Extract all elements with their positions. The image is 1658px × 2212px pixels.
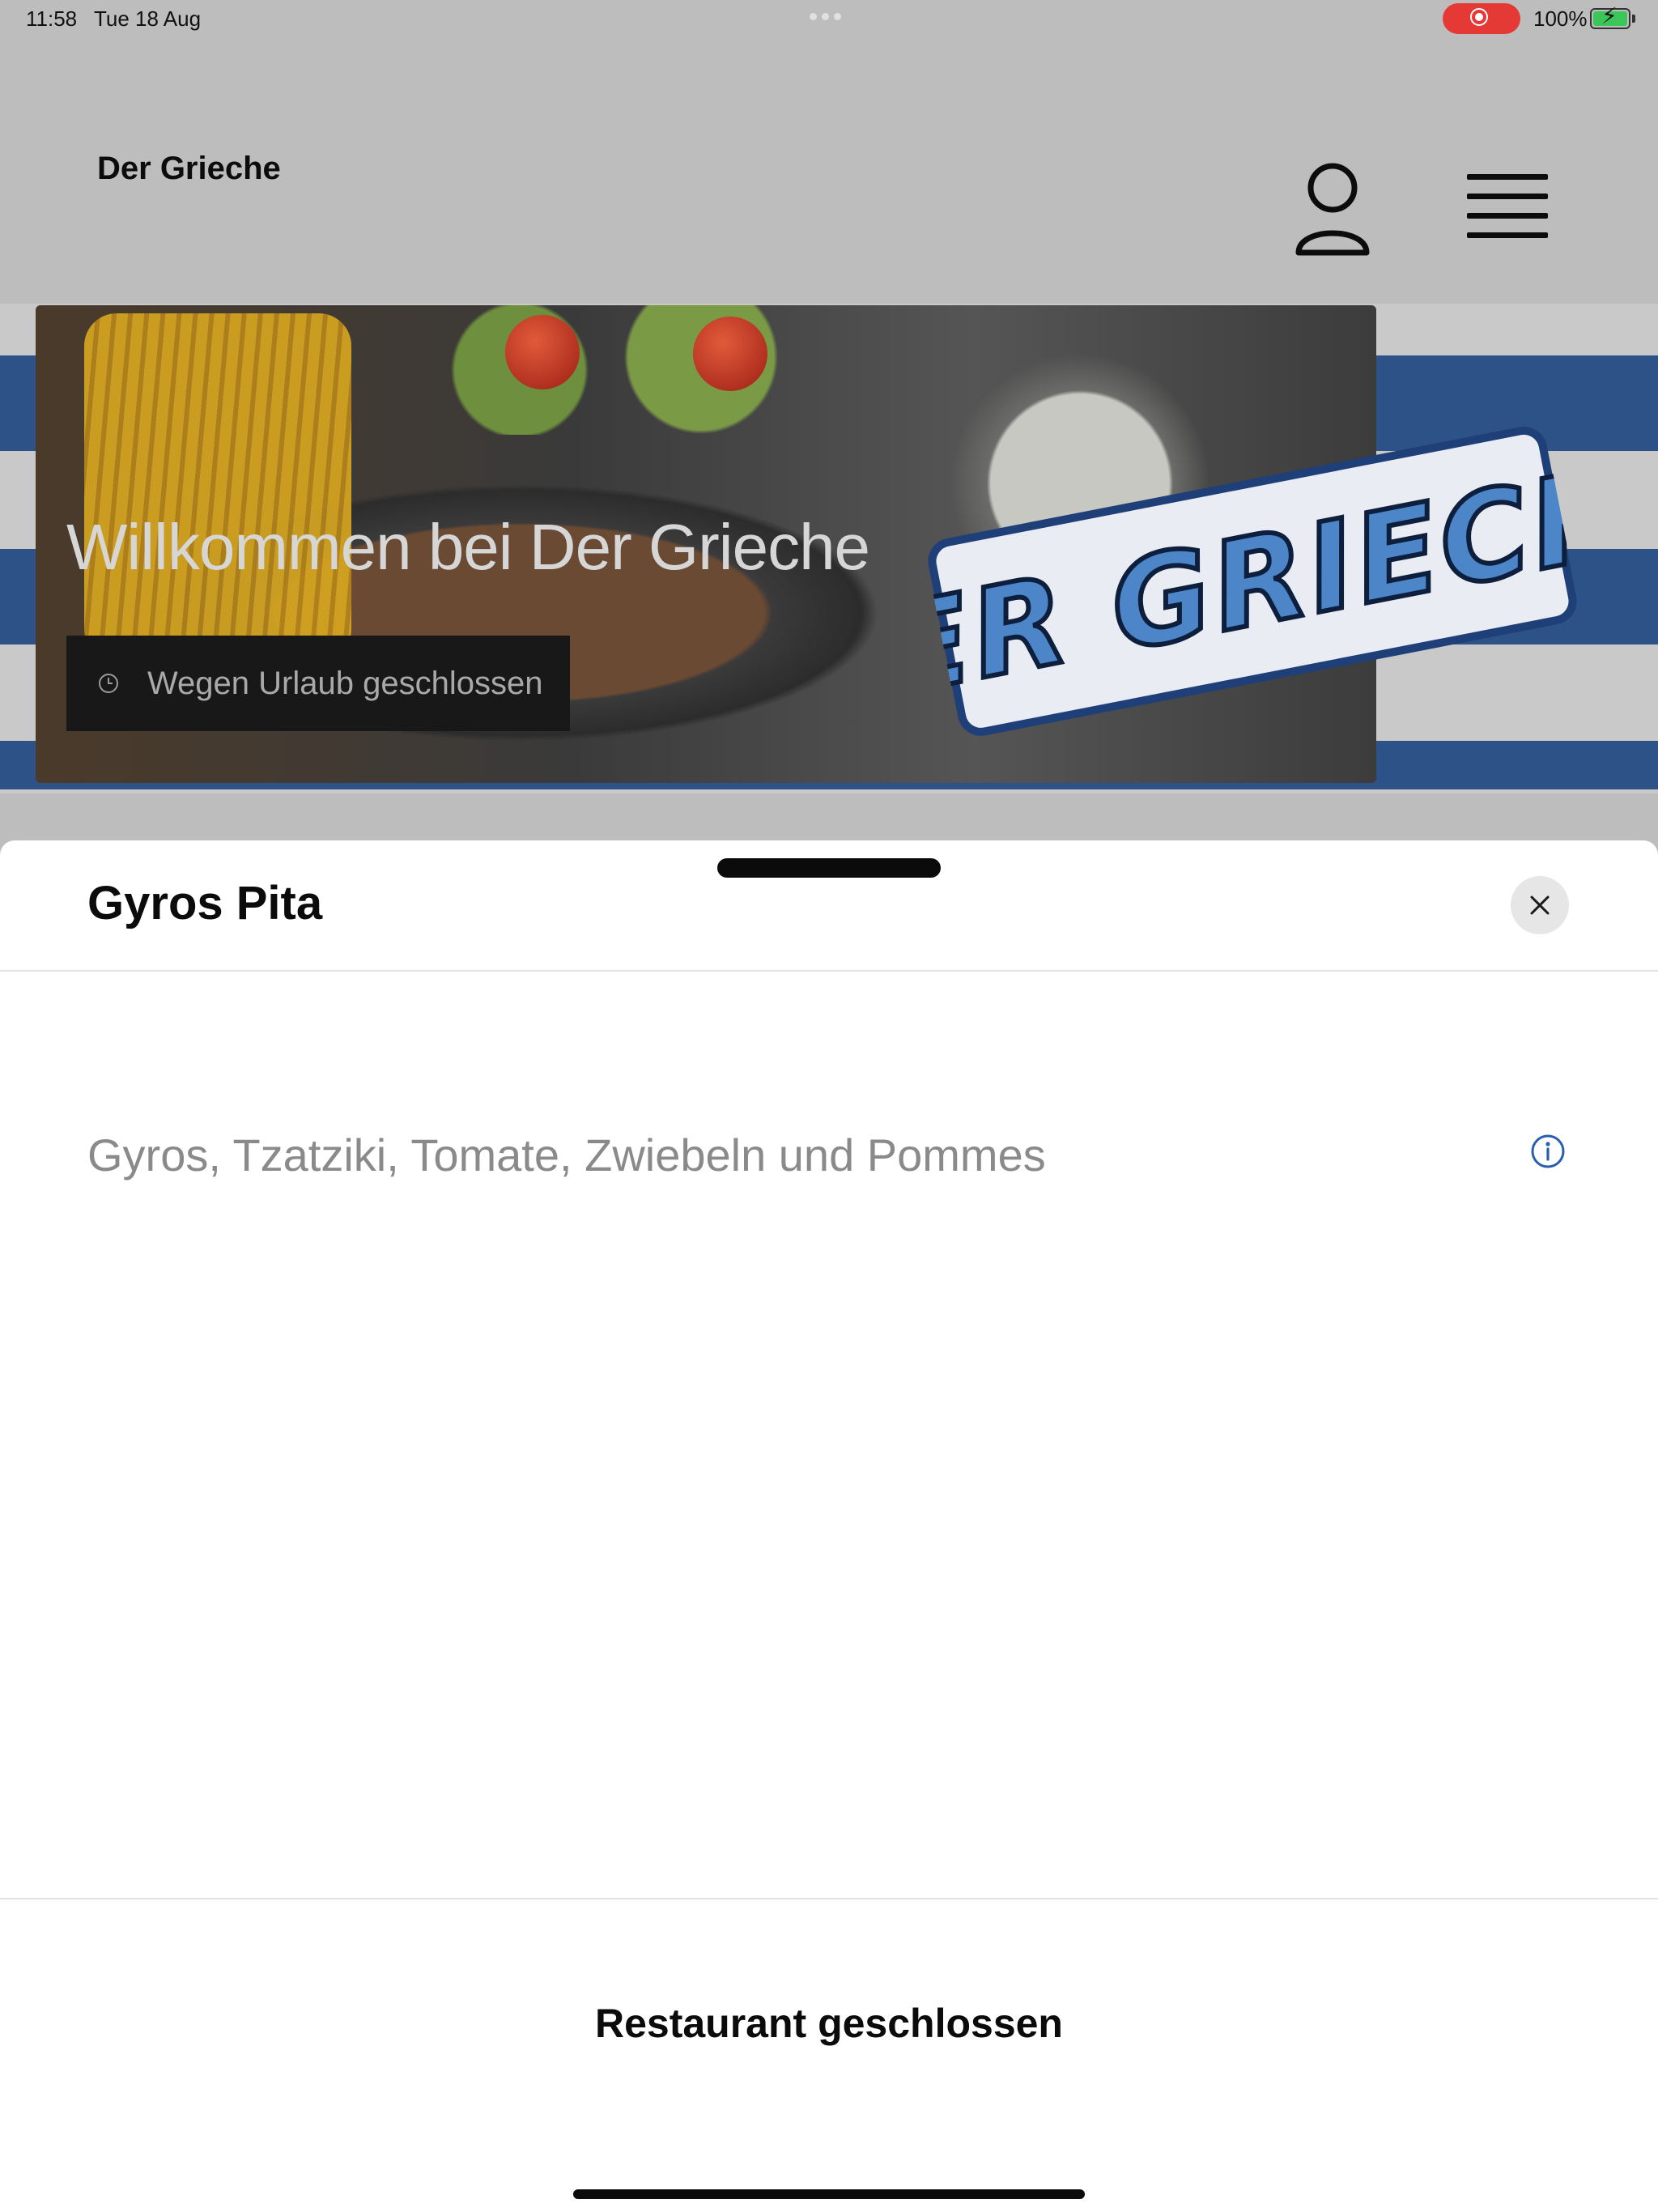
status-date: Tue 18 Aug bbox=[94, 6, 202, 31]
hero-banner: Willkommen bei Der Grieche Wegen Urlaub … bbox=[0, 304, 1658, 793]
brand-name[interactable]: Der Grieche bbox=[97, 151, 281, 187]
fries-image bbox=[84, 313, 351, 661]
status-bar: 11:58 Tue 18 Aug 100% ⚡ bbox=[0, 0, 1658, 40]
footer-divider bbox=[0, 1898, 1658, 1899]
close-icon bbox=[1530, 895, 1550, 915]
closed-notice-label: Wegen Urlaub geschlossen bbox=[147, 665, 543, 701]
hamburger-icon bbox=[1467, 174, 1548, 238]
clock-icon bbox=[99, 674, 118, 693]
restaurant-closed-label: Restaurant geschlossen bbox=[595, 2001, 1063, 2046]
info-button[interactable] bbox=[1530, 1134, 1566, 1169]
product-sheet: Gyros Pita Gyros, Tzatziki, Tomate, Zwie… bbox=[0, 840, 1658, 2212]
info-icon bbox=[1531, 1134, 1565, 1168]
person-icon bbox=[1295, 163, 1370, 256]
menu-button[interactable] bbox=[1467, 174, 1548, 247]
close-button[interactable] bbox=[1511, 876, 1569, 934]
home-indicator[interactable] bbox=[573, 2189, 1085, 2199]
welcome-heading: Willkommen bei Der Grieche bbox=[66, 511, 870, 583]
charging-bolt-icon: ⚡ bbox=[1601, 3, 1618, 28]
battery-cap bbox=[1632, 15, 1635, 23]
product-description: Gyros, Tzatziki, Tomate, Zwiebeln und Po… bbox=[87, 1129, 1046, 1180]
product-title: Gyros Pita bbox=[87, 877, 323, 929]
account-button[interactable] bbox=[1292, 162, 1373, 259]
status-time: 11:58 bbox=[26, 6, 78, 31]
sheet-divider bbox=[0, 970, 1658, 972]
sheet-grabber[interactable] bbox=[717, 858, 941, 878]
closed-notice: Wegen Urlaub geschlossen bbox=[66, 636, 570, 731]
screen-recording-icon[interactable] bbox=[1443, 3, 1520, 34]
tomato-image bbox=[693, 317, 767, 391]
app-header: Der Grieche bbox=[0, 40, 1658, 304]
salad-image bbox=[384, 305, 837, 435]
battery-percent: 100% bbox=[1533, 6, 1588, 31]
multitasking-dots-icon[interactable] bbox=[810, 13, 841, 20]
tomato-image bbox=[505, 315, 580, 389]
